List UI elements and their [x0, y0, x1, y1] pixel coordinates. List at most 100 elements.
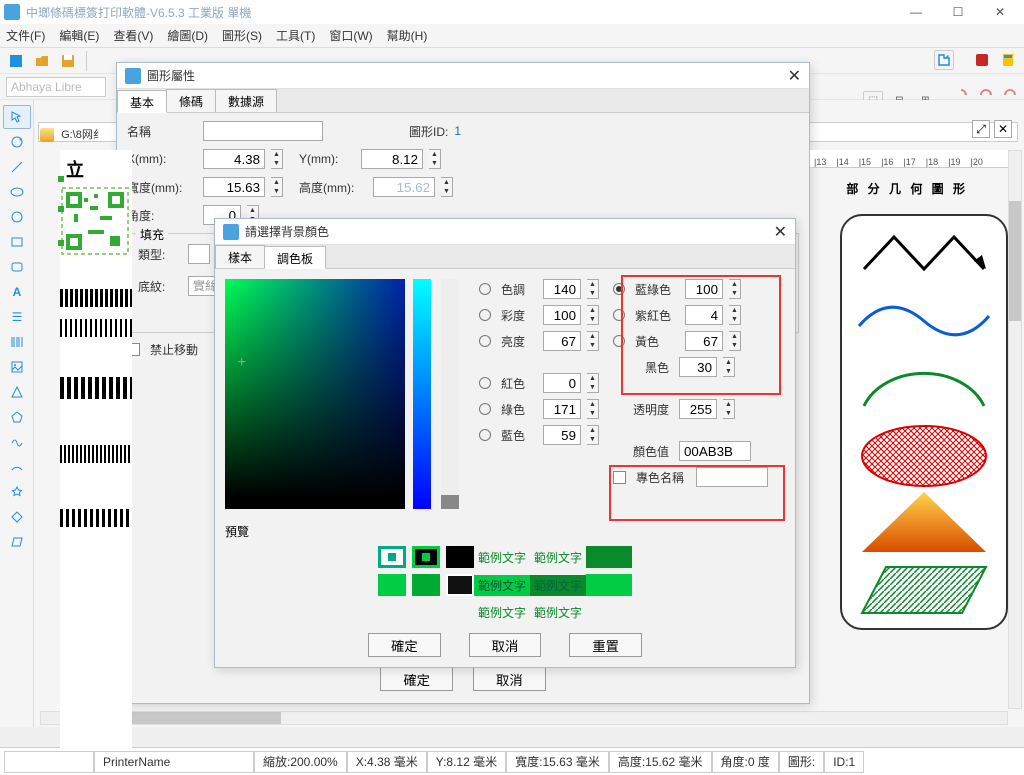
tab-barcode[interactable]: 條碼 [166, 89, 216, 112]
new-doc-icon[interactable] [6, 51, 26, 71]
menu-shape[interactable]: 圖形(S) [222, 27, 262, 44]
list-tool[interactable]: ☰ [3, 305, 31, 329]
menu-draw[interactable]: 繪圖(D) [167, 27, 208, 44]
blue-radio[interactable] [479, 429, 491, 441]
prop-ok-button[interactable]: 確定 [380, 667, 453, 691]
wave-tool[interactable] [3, 430, 31, 454]
red-radio[interactable] [479, 377, 491, 389]
properties-close-icon[interactable]: ✕ [788, 66, 801, 86]
arc-tool[interactable] [3, 455, 31, 479]
spot-checkbox[interactable] [613, 471, 626, 484]
hue-slider[interactable] [413, 279, 431, 509]
wave-icon [854, 291, 994, 351]
fill-legend: 填充 [136, 226, 168, 243]
qr-sample[interactable] [60, 186, 130, 256]
tab-palette[interactable]: 調色板 [264, 246, 326, 269]
spot-input[interactable] [696, 467, 768, 487]
x-spinner[interactable]: ▲▼ [271, 149, 283, 169]
font-select[interactable]: Abhaya Libre [6, 77, 106, 97]
menu-tools[interactable]: 工具(T) [276, 27, 315, 44]
close-doc-icon[interactable]: ✕ [994, 120, 1012, 138]
hue-input[interactable] [543, 279, 581, 299]
angle-cell: 角度:0 度 [712, 751, 779, 773]
cyan-input[interactable] [685, 279, 723, 299]
trans-input[interactable] [679, 399, 717, 419]
export-icon[interactable] [934, 50, 954, 70]
menu-edit[interactable]: 編輯(E) [59, 27, 99, 44]
magenta-input[interactable] [685, 305, 723, 325]
hue-radio[interactable] [479, 283, 491, 295]
menu-window[interactable]: 窗口(W) [329, 27, 372, 44]
color-titlebar: 請選擇背景顏色 ✕ [215, 219, 795, 245]
v-scrollbar[interactable] [1008, 150, 1022, 709]
magenta-radio[interactable] [613, 309, 625, 321]
hatched-ellipse-icon [854, 426, 994, 486]
lum-input[interactable] [543, 331, 581, 351]
rect-tool[interactable] [3, 230, 31, 254]
window-controls: — ☐ ✕ [896, 1, 1020, 23]
sat-radio[interactable] [479, 309, 491, 321]
x-input[interactable] [203, 149, 265, 169]
app-title: 中瑯條碼標簽打印軟體-V6.5.3 工業版 單機 [26, 4, 251, 21]
diamond-tool[interactable] [3, 505, 31, 529]
prop-cancel-button[interactable]: 取消 [473, 667, 546, 691]
blue-input[interactable] [543, 425, 581, 445]
name-input[interactable] [203, 121, 323, 141]
save-icon[interactable] [58, 51, 78, 71]
width-spinner[interactable]: ▲▼ [271, 177, 283, 197]
x-cell: X:4.38 毫米 [347, 751, 427, 773]
green-input[interactable] [543, 399, 581, 419]
green-radio[interactable] [479, 403, 491, 415]
app-icon [4, 4, 20, 20]
height-spinner[interactable]: ▲▼ [441, 177, 453, 197]
type-swatch[interactable] [188, 244, 210, 264]
menu-file[interactable]: 文件(F) [6, 27, 45, 44]
cyan-radio[interactable] [613, 283, 625, 295]
line-tool[interactable] [3, 155, 31, 179]
color-cancel-button[interactable]: 取消 [469, 633, 542, 657]
red-input[interactable] [543, 373, 581, 393]
tab-datasource[interactable]: 數據源 [215, 89, 277, 112]
y-spinner[interactable]: ▲▼ [429, 149, 441, 169]
h-scrollbar[interactable] [40, 711, 1008, 725]
menu-view[interactable]: 查看(V) [113, 27, 153, 44]
minimize-button[interactable]: — [896, 1, 936, 23]
tab-basic[interactable]: 基本 [117, 90, 167, 113]
calc-icon[interactable] [998, 50, 1018, 70]
color-square[interactable]: + [225, 279, 405, 509]
tab-swatch[interactable]: 樣本 [215, 245, 265, 268]
arrow-tool[interactable] [3, 105, 31, 129]
ellipse-tool[interactable] [3, 180, 31, 204]
close-button[interactable]: ✕ [980, 1, 1020, 23]
pdf-icon[interactable] [972, 50, 992, 70]
expand-icon[interactable]: ⤢ [972, 120, 990, 138]
image-tool[interactable] [3, 355, 31, 379]
texture-label: 底紋: [138, 278, 182, 295]
triangle-tool[interactable] [3, 380, 31, 404]
alpha-slider[interactable] [441, 279, 459, 509]
color-reset-button[interactable]: 重置 [569, 633, 642, 657]
color-ok-button[interactable]: 確定 [368, 633, 441, 657]
color-close-icon[interactable]: ✕ [774, 222, 787, 242]
paral-tool[interactable] [3, 530, 31, 554]
roundrect-tool[interactable] [3, 255, 31, 279]
barcode-tool[interactable] [3, 330, 31, 354]
open-icon[interactable] [32, 51, 52, 71]
maximize-button[interactable]: ☐ [938, 1, 978, 23]
circle-tool[interactable] [3, 205, 31, 229]
lum-radio[interactable] [479, 335, 491, 347]
sat-input[interactable] [543, 305, 581, 325]
height-input[interactable] [373, 177, 435, 197]
right-figures-panel [840, 214, 1008, 630]
yellow-radio[interactable] [613, 335, 625, 347]
width-input[interactable] [203, 177, 265, 197]
y-input[interactable] [361, 149, 423, 169]
yellow-input[interactable] [685, 331, 723, 351]
star-tool[interactable] [3, 480, 31, 504]
polygon-tool[interactable] [3, 405, 31, 429]
black-input[interactable] [679, 357, 717, 377]
menu-help[interactable]: 幫助(H) [387, 27, 428, 44]
colorval-input[interactable] [679, 441, 751, 461]
rotate-tool[interactable] [3, 130, 31, 154]
text-tool[interactable]: A [3, 280, 31, 304]
